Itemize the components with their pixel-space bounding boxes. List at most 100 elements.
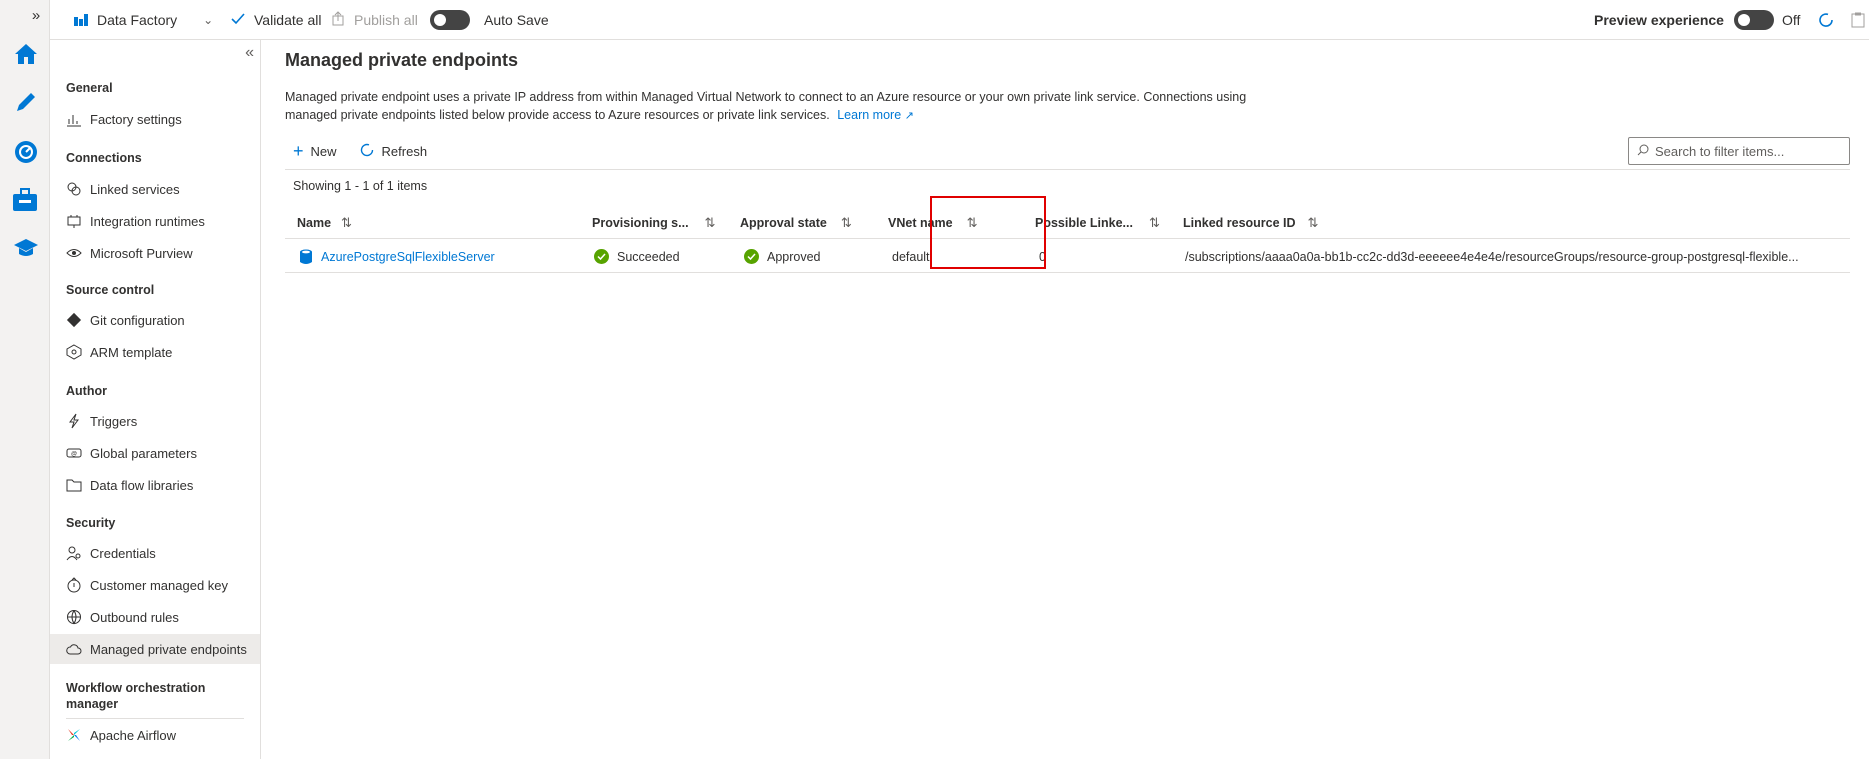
publish-all-button[interactable]: Publish all	[330, 0, 418, 40]
refresh-icon	[359, 142, 375, 161]
sidebar-item-label: Customer managed key	[90, 577, 229, 593]
sort-icon[interactable]: ⇅	[1308, 215, 1319, 231]
section-connections: Connections	[66, 151, 142, 165]
external-link-icon: ↗	[904, 110, 914, 122]
sidebar-item-label: Global parameters	[90, 445, 197, 461]
column-header-approval[interactable]: Approval state ⇅	[740, 206, 880, 239]
manage-toolbox-icon[interactable]	[7, 184, 43, 216]
column-label: Name	[297, 215, 332, 230]
section-general: General	[66, 81, 113, 95]
column-header-provisioning[interactable]: Provisioning s... ⇅	[592, 206, 732, 239]
git-icon	[66, 312, 82, 328]
sidebar-item-label: Triggers	[90, 413, 138, 429]
sidebar-item-factory-settings[interactable]: Factory settings	[50, 104, 260, 134]
sidebar-item-label: Factory settings	[90, 111, 182, 127]
expand-icon[interactable]: »	[26, 4, 46, 26]
collapse-sidebar-icon[interactable]: «	[245, 44, 254, 62]
cell-approval: Approved	[744, 240, 884, 273]
page-description: Managed private endpoint uses a private …	[285, 88, 1345, 125]
sidebar-item-label: Data flow libraries	[90, 477, 194, 493]
top-toolbar: Data Factory ⌄ Validate all Publish all …	[0, 0, 1869, 40]
validate-all-button[interactable]: Validate all	[230, 0, 321, 40]
sidebar-item-label: Credentials	[90, 545, 156, 561]
monitor-icon[interactable]	[12, 138, 40, 166]
factory-icon	[73, 11, 89, 30]
sidebar-item-global-parameters[interactable]: @ Global parameters	[50, 438, 260, 468]
auto-save-toggle[interactable]: Auto Save	[430, 0, 549, 40]
cell-resource-id: /subscriptions/aaaa0a0a-bb1b-cc2c-dd3d-e…	[1185, 249, 1799, 264]
description-line-1: Managed private endpoint uses a private …	[285, 90, 1247, 104]
sidebar-item-outbound-rules[interactable]: Outbound rules	[50, 602, 260, 632]
sidebar-item-git-configuration[interactable]: Git configuration	[50, 305, 260, 335]
refresh-button[interactable]: Refresh	[359, 142, 428, 161]
chevron-down-icon: ⌄	[203, 13, 214, 27]
new-button[interactable]: + New	[293, 141, 337, 161]
sort-icon[interactable]: ⇅	[841, 215, 852, 231]
auto-save-switch[interactable]	[430, 10, 470, 30]
validate-icon	[230, 11, 246, 30]
learn-more-link[interactable]: Learn more	[837, 108, 901, 122]
publish-all-label: Publish all	[354, 12, 418, 28]
sidebar-item-apache-airflow[interactable]: Apache Airflow	[50, 720, 260, 750]
cell-name: AzurePostgreSqlFlexibleServer	[299, 240, 579, 273]
data-factory-label: Data Factory	[97, 12, 178, 28]
filter-search-box[interactable]: Search to filter items...	[1628, 137, 1850, 165]
success-check-icon	[744, 249, 759, 264]
sidebar-item-managed-private-endpoints[interactable]: Managed private endpoints	[50, 634, 260, 664]
postgresql-icon	[299, 249, 313, 265]
sidebar-item-label: Git configuration	[90, 312, 185, 328]
provisioning-state: Succeeded	[617, 249, 680, 264]
validate-all-label: Validate all	[254, 12, 322, 28]
plus-icon: +	[293, 141, 304, 161]
sidebar-item-data-flow-libraries[interactable]: Data flow libraries	[50, 470, 260, 500]
learning-hat-icon[interactable]	[12, 234, 40, 262]
approval-state-highlight-box	[930, 196, 1046, 269]
column-header-name[interactable]: Name ⇅	[297, 206, 537, 239]
preview-switch[interactable]	[1734, 10, 1774, 30]
sidebar-item-linked-services[interactable]: Linked services	[50, 174, 260, 204]
clipboard-icon[interactable]	[1851, 0, 1865, 40]
preview-toggle[interactable]: Off	[1734, 0, 1800, 40]
author-pencil-icon[interactable]	[12, 88, 40, 116]
lightning-icon	[66, 413, 82, 429]
link-icon	[66, 181, 82, 197]
endpoint-name-link[interactable]: AzurePostgreSqlFlexibleServer	[321, 250, 495, 264]
sort-icon[interactable]: ⇅	[1149, 215, 1160, 231]
sidebar-item-microsoft-purview[interactable]: Microsoft Purview	[50, 238, 260, 268]
divider	[285, 169, 1850, 170]
section-security: Security	[66, 516, 116, 530]
eye-icon	[66, 245, 82, 261]
divider	[66, 718, 244, 719]
table-row[interactable]: AzurePostgreSqlFlexibleServer Succeeded …	[285, 240, 1850, 273]
key-icon	[66, 577, 82, 593]
section-source-control: Source control	[66, 283, 155, 297]
sidebar-item-arm-template[interactable]: ARM template	[50, 337, 260, 367]
globe-icon	[66, 609, 82, 625]
new-label: New	[310, 143, 337, 159]
sidebar-item-label: Managed private endpoints	[90, 641, 247, 657]
sort-icon[interactable]: ⇅	[705, 215, 716, 231]
sort-icon[interactable]: ⇅	[341, 215, 352, 231]
template-icon	[66, 344, 82, 360]
filter-placeholder: Search to filter items...	[1655, 143, 1785, 159]
folder-icon	[66, 477, 82, 493]
section-author: Author	[66, 384, 107, 398]
cell-provisioning: Succeeded	[594, 240, 734, 273]
runtime-icon	[66, 213, 82, 229]
sidebar-item-credentials[interactable]: Credentials	[50, 538, 260, 568]
column-label: Provisioning s...	[592, 215, 689, 230]
sidebar-item-triggers[interactable]: Triggers	[50, 406, 260, 436]
cloud-icon	[66, 641, 82, 657]
sidebar-item-customer-managed-key[interactable]: Customer managed key	[50, 570, 260, 600]
column-header-resource-id[interactable]: Linked resource ID ⇅	[1183, 206, 1383, 239]
refresh-label: Refresh	[381, 143, 428, 159]
refresh-status-icon[interactable]	[1817, 0, 1835, 40]
data-factory-selector[interactable]: Data Factory ⌄	[73, 0, 213, 40]
parameters-icon: @	[66, 445, 82, 461]
home-icon[interactable]	[12, 40, 40, 68]
column-label: Possible Linke...	[1035, 215, 1133, 230]
column-header-possible[interactable]: Possible Linke... ⇅	[1035, 206, 1175, 239]
approval-state: Approved	[767, 249, 821, 264]
sidebar-item-label: Outbound rules	[90, 609, 179, 625]
sidebar-item-integration-runtimes[interactable]: Integration runtimes	[50, 206, 260, 236]
